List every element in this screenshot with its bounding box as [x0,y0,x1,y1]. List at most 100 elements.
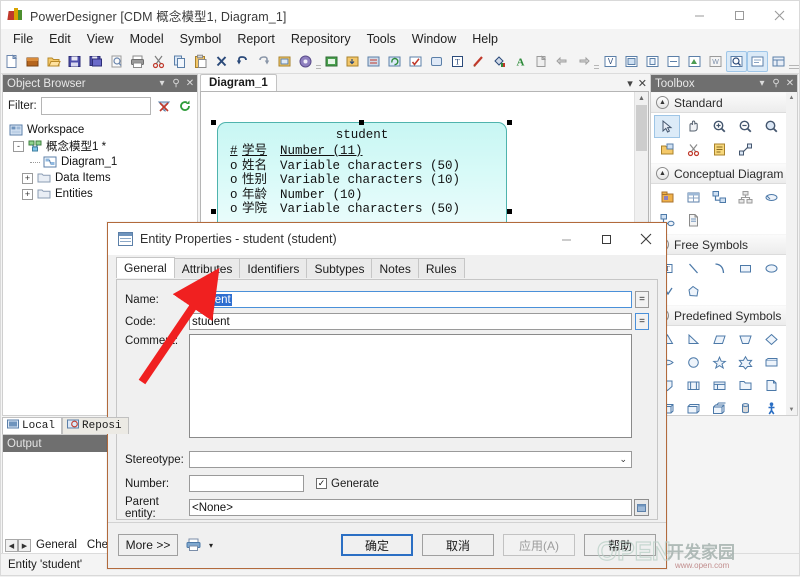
cancel-button[interactable]: 取消 [422,534,494,556]
browser-tab-local[interactable]: Local [2,417,63,434]
zoom-area-icon[interactable] [758,115,784,138]
close-icon[interactable]: ✕ [183,78,197,89]
help-button[interactable]: 帮助 [584,534,656,556]
import-icon[interactable] [342,51,363,72]
filter-input[interactable] [40,97,151,115]
close-icon[interactable]: ✕ [638,77,647,90]
zoom-out2-icon[interactable]: W [705,51,726,72]
save-icon[interactable] [64,51,85,72]
tree-item-entities[interactable]: + Entities [8,186,197,202]
zoom-width-icon[interactable] [663,51,684,72]
tab-identifiers[interactable]: Identifiers [239,258,308,278]
tree-expander[interactable]: + [22,188,33,200]
tree-item-model[interactable]: - 概念模型1 * [8,138,197,154]
selection-handle[interactable] [211,120,216,125]
tree-item-data-items[interactable]: + Data Items [8,170,197,186]
open-package-icon[interactable] [22,51,43,72]
right-triangle-icon[interactable] [680,328,706,351]
fill-color-icon[interactable] [489,51,510,72]
open-diagram-icon[interactable] [654,138,680,161]
zoom-out-icon[interactable] [732,115,758,138]
object-icon[interactable] [295,51,316,72]
package-icon[interactable] [654,186,680,209]
toolbox-group-free-symbols[interactable]: ▲ Free Symbols [651,234,786,255]
tab-notes[interactable]: Notes [371,258,419,278]
polygon-icon[interactable] [680,280,706,303]
entity-icon[interactable] [680,186,706,209]
selection-handle[interactable] [507,209,512,214]
output-tab-next[interactable]: ▶ [18,539,31,552]
undo-icon[interactable] [232,51,253,72]
parallelogram-icon[interactable] [706,328,732,351]
refresh-icon[interactable] [384,51,405,72]
menu-model[interactable]: Model [122,30,172,48]
diamond-icon[interactable] [758,328,784,351]
comment-field[interactable] [189,334,632,438]
scroll-down-icon[interactable]: ▼ [786,404,797,415]
filter-clear-icon[interactable] [155,98,172,115]
document-icon[interactable] [758,374,784,397]
menu-repository[interactable]: Repository [283,30,359,48]
toolbar-overflow-4[interactable] [793,50,799,72]
dialog-minimize-button[interactable] [546,223,586,255]
tab-attributes[interactable]: Attributes [173,258,241,278]
number-field[interactable] [189,475,304,492]
refresh-icon[interactable] [176,98,193,115]
chevron-up-icon[interactable]: ▲ [656,167,669,180]
properties-icon[interactable] [274,51,295,72]
select-object-icon[interactable] [634,499,649,516]
validate-icon[interactable] [426,51,447,72]
browser-tab-repository[interactable]: Reposi [62,417,129,434]
dialog-close-button[interactable] [626,223,666,255]
tab-diagram-1[interactable]: Diagram_1 [200,74,277,91]
copy-format-icon[interactable] [531,51,552,72]
cube-stack-icon[interactable] [706,397,732,415]
selection-handle[interactable] [359,120,364,125]
maximize-button[interactable] [719,1,759,29]
pointer-icon[interactable] [654,115,680,138]
scroll-up-icon[interactable]: ▲ [635,92,648,105]
save-all-icon[interactable] [85,51,106,72]
hand-grabber-icon[interactable] [680,115,706,138]
toolbox-scrollbar[interactable]: ▲ ▼ [786,92,797,415]
menu-tools[interactable]: Tools [359,30,404,48]
print-preview-icon[interactable] [106,51,127,72]
printer-dropdown-arrow[interactable]: ▾ [209,541,213,550]
rectangle-icon[interactable] [732,257,758,280]
result-list-icon[interactable] [768,51,789,72]
view-grid-icon[interactable] [621,51,642,72]
close-icon[interactable]: ✕ [783,78,797,89]
name-equals-button[interactable]: = [635,291,649,308]
stereotype-combo[interactable]: ⌄ [189,451,632,468]
toolbox-group-predefined[interactable]: ▲ Predefined Symbols [651,305,786,326]
chevron-down-icon[interactable]: ▾ [755,78,769,89]
arc-icon[interactable] [706,257,732,280]
relationship-icon[interactable] [706,186,732,209]
code-equals-button[interactable]: = [635,313,649,330]
tab-subtypes[interactable]: Subtypes [306,258,373,278]
paste-icon[interactable] [190,51,211,72]
inheritance-icon[interactable] [732,186,758,209]
browser-toggle-icon[interactable] [725,50,747,72]
name-field[interactable]: student [189,291,632,308]
new-icon[interactable] [1,51,22,72]
menu-file[interactable]: File [5,30,41,48]
ok-button[interactable]: 确定 [341,534,413,556]
association-icon[interactable] [758,186,784,209]
parent-entity-field[interactable]: <None> [189,499,632,516]
check-model-icon[interactable] [405,51,426,72]
pin-icon[interactable]: ⚲ [769,78,783,89]
scroll-up-icon[interactable]: ▲ [786,92,797,103]
circle-icon[interactable] [680,351,706,374]
redo-icon[interactable] [253,51,274,72]
table-icon[interactable] [706,374,732,397]
pencil-icon[interactable] [468,51,489,72]
minimize-button[interactable] [679,1,719,29]
chevron-down-icon[interactable]: ▾ [155,78,169,89]
card-icon[interactable] [758,351,784,374]
pin-icon[interactable]: ⚲ [169,78,183,89]
chevron-up-icon[interactable]: ▲ [656,96,669,109]
tab-rules[interactable]: Rules [417,258,465,278]
actor-icon[interactable] [758,397,784,415]
open-folder-icon[interactable] [43,51,64,72]
